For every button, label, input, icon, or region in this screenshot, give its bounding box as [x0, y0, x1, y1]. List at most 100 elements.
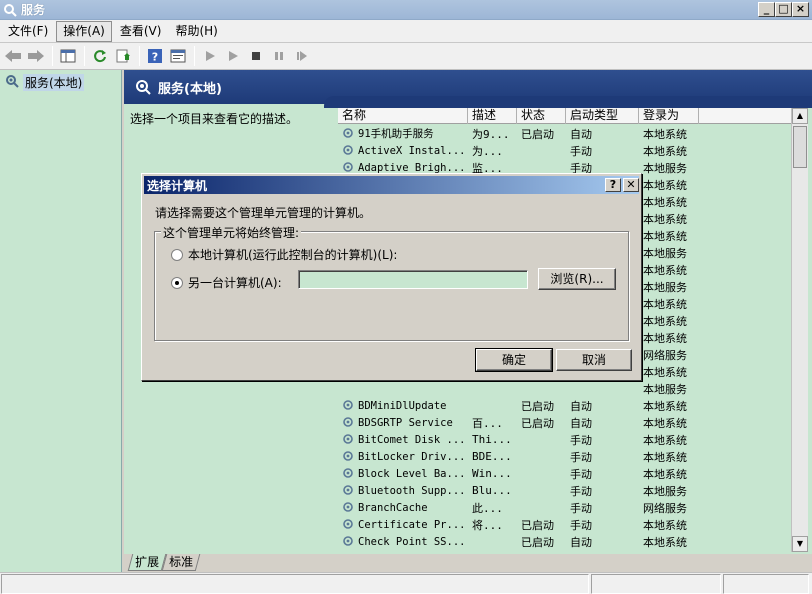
- service-logon-cell: 本地服务: [643, 161, 687, 175]
- table-row[interactable]: CIGTPGCQTW 手动本地系统: [338, 550, 798, 552]
- export-list-icon[interactable]: [112, 45, 134, 67]
- dialog-help-button[interactable]: ?: [605, 178, 621, 192]
- service-name-cell: BranchCache: [338, 501, 468, 515]
- menu-action[interactable]: 操作(A): [56, 20, 112, 42]
- scroll-down-arrow-icon[interactable]: ▼: [792, 536, 808, 552]
- minimize-button[interactable]: _: [758, 2, 775, 17]
- service-logon-cell: 本地系统: [643, 127, 687, 141]
- dialog-close-button[interactable]: ✕: [623, 178, 639, 192]
- service-logon-cell: 本地系统: [643, 263, 687, 277]
- tab-extended[interactable]: 扩展: [127, 554, 167, 571]
- tree-item-services-local[interactable]: 服务(本地): [4, 73, 85, 92]
- service-startup-cell: 手动: [570, 484, 592, 498]
- ok-button[interactable]: 确定: [475, 348, 553, 372]
- table-row[interactable]: Check Point SS... 已启动 自动 本地系统: [338, 533, 798, 550]
- stop-service-icon[interactable]: [245, 45, 267, 67]
- table-row[interactable]: 91手机助手服务 为9... 已启动 自动 本地系统: [338, 125, 798, 142]
- dialog-prompt: 请选择需要这个管理单元管理的计算机。: [155, 206, 372, 220]
- menu-file[interactable]: 文件(F): [2, 21, 54, 42]
- show-hide-tree-icon[interactable]: [57, 45, 79, 67]
- service-description-cell: 此...: [472, 501, 503, 515]
- service-description-cell: Win...: [472, 467, 512, 480]
- back-arrow-icon[interactable]: [2, 45, 24, 67]
- menu-help[interactable]: 帮助(H): [169, 21, 223, 42]
- toolbar: ?: [0, 43, 812, 70]
- radio-button[interactable]: [171, 248, 183, 261]
- table-row[interactable]: BDMiniDlUpdate 已启动 自动 本地系统: [338, 397, 798, 414]
- maximize-button[interactable]: □: [775, 2, 792, 17]
- column-header-description[interactable]: 描述: [468, 108, 517, 124]
- title-bar: 服务 _ □ ×: [0, 0, 812, 20]
- close-button[interactable]: ×: [792, 2, 809, 17]
- table-row[interactable]: ActiveX Instal... 为... 手动 本地系统: [338, 142, 798, 159]
- menu-bar: 文件(F) 操作(A) 查看(V) 帮助(H): [0, 20, 812, 43]
- service-status-cell: 已启动: [521, 416, 554, 430]
- service-startup-cell: 手动: [566, 551, 639, 553]
- column-header-status[interactable]: 状态: [517, 108, 566, 124]
- service-logon-cell: 本地系统: [643, 178, 687, 192]
- service-gear-icon: [342, 144, 356, 158]
- table-row[interactable]: Certificate Pr... 将... 已启动 手动 本地系统: [338, 516, 798, 533]
- table-row[interactable]: Bluetooth Supp... Blu... 手动 本地服务: [338, 482, 798, 499]
- table-row[interactable]: 本地服务: [338, 380, 798, 397]
- menu-view[interactable]: 查看(V): [114, 21, 168, 42]
- service-name-cell: Bluetooth Supp...: [338, 484, 468, 498]
- service-logon-cell: 本地系统: [643, 416, 687, 430]
- service-description-cell: 将...: [472, 518, 503, 532]
- restart-service-icon[interactable]: [291, 45, 313, 67]
- view-tabs: 扩展 标准: [124, 554, 812, 572]
- service-logon-cell: 本地服务: [643, 280, 687, 294]
- service-status-cell: 已启动: [521, 399, 554, 413]
- browse-button[interactable]: 浏览(R)...: [538, 268, 616, 290]
- service-logon-cell: 本地系统: [639, 551, 699, 553]
- toolbar-separator: [139, 46, 140, 66]
- radio-local-label: 本地计算机(运行此控制台的计算机)(L):: [188, 248, 398, 262]
- service-logon-cell: 本地系统: [643, 212, 687, 226]
- table-row[interactable]: Block Level Ba... Win... 手动 本地系统: [338, 465, 798, 482]
- forward-arrow-icon[interactable]: [25, 45, 47, 67]
- help-icon[interactable]: ?: [144, 45, 166, 67]
- status-panel: [723, 574, 809, 594]
- service-name-cell: ActiveX Instal...: [338, 144, 468, 158]
- service-startup-cell: 自动: [570, 399, 592, 413]
- details-header-title: 服务(本地): [158, 81, 222, 97]
- refresh-icon[interactable]: [89, 45, 111, 67]
- properties-icon[interactable]: [167, 45, 189, 67]
- start-service-alt-icon[interactable]: [222, 45, 244, 67]
- service-logon-cell: 本地系统: [643, 535, 687, 549]
- service-gear-icon: [342, 501, 356, 515]
- column-header-log-on-as[interactable]: 登录为: [639, 108, 699, 124]
- table-row[interactable]: BitLocker Driv... BDE... 手动 本地系统: [338, 448, 798, 465]
- radio-local-computer[interactable]: 本地计算机(运行此控制台的计算机)(L):: [171, 246, 397, 263]
- table-row[interactable]: BitComet Disk ... Thi... 手动 本地系统: [338, 431, 798, 448]
- scroll-thumb[interactable]: [793, 126, 807, 168]
- service-name-cell: BitComet Disk ...: [338, 433, 468, 447]
- vertical-scrollbar[interactable]: ▲ ▼: [791, 108, 808, 552]
- scroll-up-arrow-icon[interactable]: ▲: [792, 108, 808, 124]
- service-logon-cell: 网络服务: [643, 501, 687, 515]
- service-startup-cell: 手动: [570, 144, 592, 158]
- service-gear-icon: [342, 127, 356, 141]
- start-service-icon[interactable]: [199, 45, 221, 67]
- column-header-startup-type[interactable]: 启动类型: [566, 108, 639, 124]
- radio-button-checked[interactable]: [171, 276, 183, 289]
- table-row[interactable]: BDSGRTP Service 百... 已启动 自动 本地系统: [338, 414, 798, 431]
- service-logon-cell: 本地服务: [643, 246, 687, 260]
- table-row[interactable]: BranchCache 此... 手动 网络服务: [338, 499, 798, 516]
- service-logon-cell: 本地系统: [643, 450, 687, 464]
- service-description-cell: Thi...: [472, 433, 512, 446]
- pause-service-icon[interactable]: [268, 45, 290, 67]
- description-pane: 选择一个项目来查看它的描述。: [130, 112, 299, 126]
- radio-another-computer[interactable]: 另一台计算机(A):: [171, 274, 282, 291]
- computer-name-input[interactable]: [298, 270, 528, 289]
- service-gear-icon: [342, 399, 356, 413]
- cancel-button[interactable]: 取消: [556, 349, 632, 371]
- tab-standard[interactable]: 标准: [161, 554, 201, 571]
- status-panel: [591, 574, 721, 594]
- toolbar-separator: [194, 46, 195, 66]
- service-gear-icon: [342, 450, 356, 464]
- column-header-name[interactable]: 名称: [338, 108, 468, 124]
- service-gear-icon: [342, 467, 356, 481]
- service-gear-icon: [342, 433, 356, 447]
- service-logon-cell: 网络服务: [643, 348, 687, 362]
